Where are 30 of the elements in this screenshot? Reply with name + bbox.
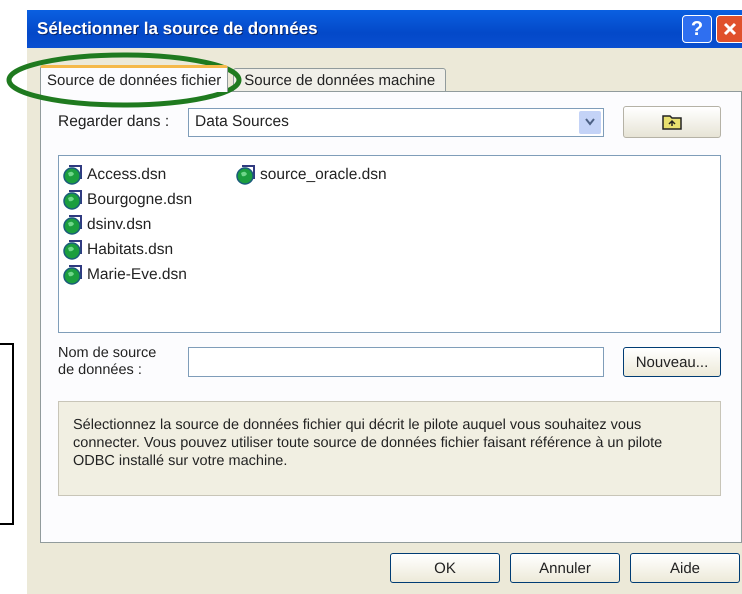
help-button[interactable]: ?	[682, 15, 712, 43]
globe-icon	[63, 238, 85, 260]
look-in-label: Regarder dans :	[58, 113, 170, 131]
globe-icon	[236, 164, 258, 186]
globe-icon	[63, 214, 85, 236]
name-label: Nom de source de données :	[58, 345, 158, 379]
up-folder-icon	[662, 114, 682, 130]
close-icon	[722, 22, 736, 36]
up-folder-button[interactable]	[623, 106, 721, 138]
close-button[interactable]	[716, 15, 742, 43]
globe-icon	[63, 164, 85, 186]
file-item[interactable]: source_oracle.dsn	[236, 162, 409, 187]
globe-icon	[63, 188, 85, 210]
file-item[interactable]: Habitats.dsn	[63, 237, 236, 262]
tab[interactable]: Source de données machine	[233, 68, 446, 92]
chevron-icon	[579, 110, 601, 134]
file-item[interactable]: Marie-Eve.dsn	[63, 262, 236, 287]
description-text: Sélectionnez la source de données fichier qui décrit le pilote auquel vous souhaitez vous connecter. Vous pouvez utiliser toute source de données fichier faisant référence à un pilote ODBC installé sur votre machine.	[73, 416, 664, 470]
dialog-button[interactable]: OK	[390, 553, 500, 583]
tab[interactable]: Source de données fichier	[40, 65, 228, 92]
globe-icon	[63, 264, 85, 286]
dialog-button[interactable]: Annuler	[510, 553, 620, 583]
look-in-dropdown[interactable]: Data Sources	[188, 108, 604, 136]
file-item[interactable]: dsinv.dsn	[63, 212, 236, 237]
window-title: Sélectionner la source de données	[37, 19, 319, 39]
name-input-field[interactable]	[188, 347, 604, 377]
file-item[interactable]: Bourgogne.dsn	[63, 187, 236, 212]
new-button[interactable]: Nouveau...	[623, 347, 721, 377]
dialog-button[interactable]: Aide	[630, 553, 740, 583]
file-item[interactable]: Access.dsn	[63, 162, 236, 187]
